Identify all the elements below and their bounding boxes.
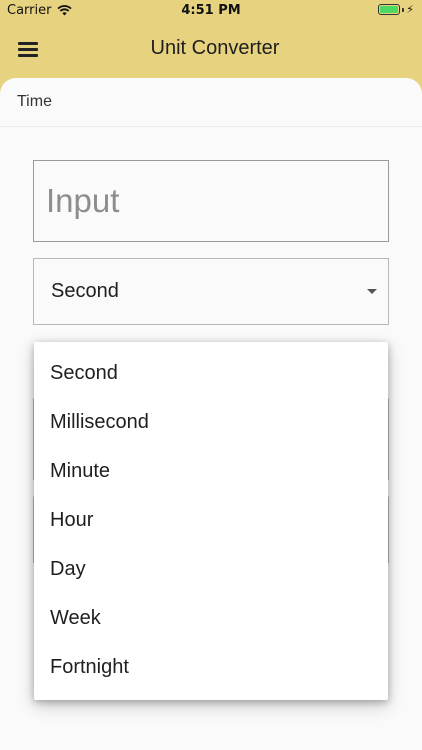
dropdown-option-fortnight[interactable]: Fortnight: [34, 645, 388, 694]
dropdown-option-week[interactable]: Week: [34, 596, 388, 645]
value-input-field[interactable]: [33, 160, 389, 242]
app-title: Unit Converter: [150, 37, 280, 59]
from-unit-selected-value: Second: [51, 280, 119, 302]
dropdown-option-label: Fortnight: [50, 656, 129, 678]
dropdown-option-label: Minute: [50, 460, 111, 482]
value-input[interactable]: [34, 161, 388, 241]
battery-icon: [378, 4, 401, 15]
dropdown-option-minute[interactable]: Minute: [34, 449, 388, 498]
battery-level: [380, 6, 399, 13]
status-time: 4:51 PM: [181, 3, 241, 18]
unit-dropdown-menu: Second Millisecond Minute Hour Day Week …: [34, 342, 388, 700]
status-bar: Carrier 4:51 PM ⚡: [0, 0, 422, 22]
caret-down-icon: [367, 289, 377, 294]
dropdown-option-label: Millisecond: [50, 411, 149, 433]
dropdown-option-millisecond[interactable]: Millisecond: [34, 400, 388, 449]
from-unit-select[interactable]: Second: [33, 258, 389, 325]
dropdown-option-day[interactable]: Day: [34, 547, 388, 596]
category-title: Time: [17, 93, 52, 110]
dropdown-option-label: Second: [50, 362, 118, 384]
section-divider: [0, 126, 422, 127]
battery-indicator: ⚡: [378, 4, 414, 15]
dropdown-option-label: Hour: [50, 509, 94, 531]
dropdown-option-second[interactable]: Second: [34, 351, 388, 400]
dropdown-option-label: Week: [50, 607, 101, 629]
charging-bolt-icon: ⚡: [406, 3, 414, 16]
dropdown-option-hour[interactable]: Hour: [34, 498, 388, 547]
dropdown-option-label: Day: [50, 558, 86, 580]
battery-tip: [402, 7, 405, 12]
